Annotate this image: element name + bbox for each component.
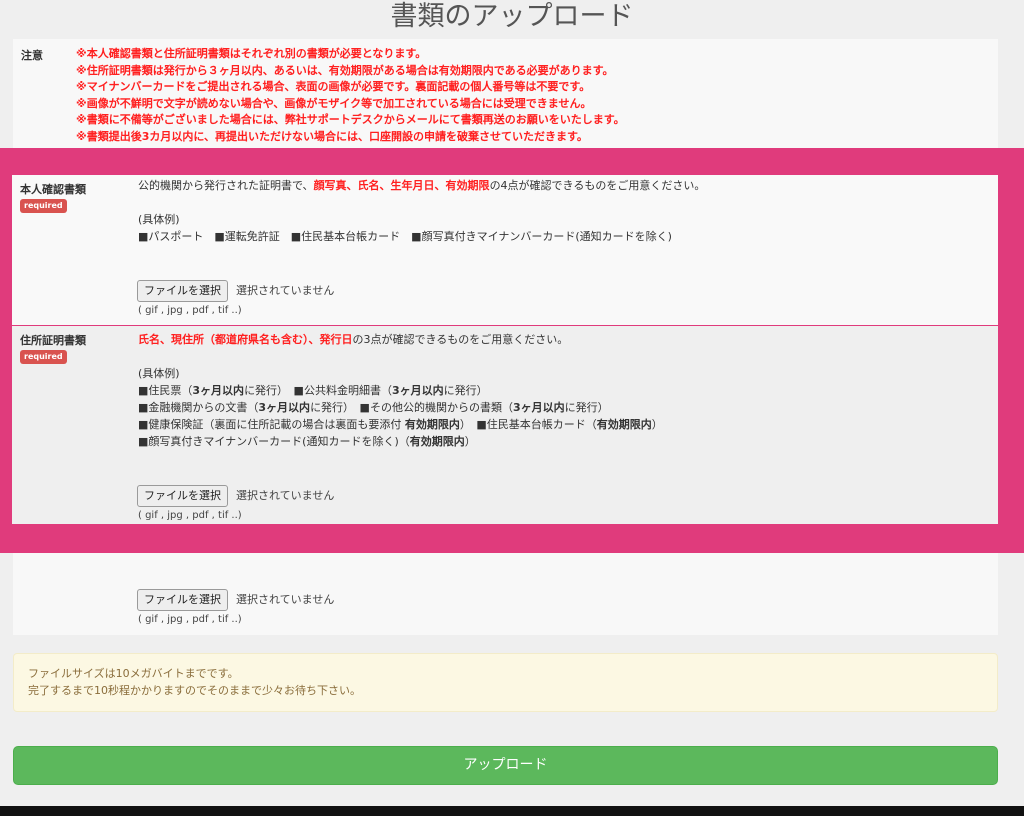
address-example-line: ■健康保険証（裏面に住所記載の場合は裏面も要添付 有効期限内） ■住民基本台帳カ… — [138, 418, 663, 431]
required-badge: required — [20, 350, 67, 364]
page-title: 書類のアップロード — [390, 1, 634, 32]
warning-line: 完了するまで10秒程かかりますのでそのままで少々お待ち下さい。 — [28, 684, 361, 697]
identity-example-heading: (具体例) — [138, 213, 180, 226]
identity-description: 公的機関から発行された証明書で、顔写真、氏名、生年月日、有効期限の4点が確認でき… — [138, 179, 706, 192]
additional-file-hint: ( gif , jpg , pdf , tif ..) — [138, 614, 242, 625]
address-file-hint: ( gif , jpg , pdf , tif ..) — [138, 510, 242, 521]
warning-line: ファイルサイズは10メガバイトまでです。 — [28, 667, 239, 680]
address-description: 氏名、現住所（都道府県名も含む）、発行日の3点が確認できるものをご用意ください。 — [138, 333, 569, 346]
identity-file-button[interactable]: ファイルを選択 — [137, 280, 228, 302]
required-badge: required — [20, 199, 67, 213]
address-example-heading: (具体例) — [138, 367, 180, 380]
additional-file-status: 選択されていません — [236, 593, 335, 606]
address-example-line: ■金融機関からの文書（3ヶ月以内に発行） ■その他公的機関からの書類（3ヶ月以内… — [138, 401, 609, 414]
bottom-bar — [0, 806, 1024, 816]
additional-file-button[interactable]: ファイルを選択 — [137, 589, 228, 611]
notice-line: ※画像が不鮮明で文字が読めない場合や、画像がモザイク等で加工されている場合には受… — [76, 96, 592, 110]
identity-file-hint: ( gif , jpg , pdf , tif ..) — [138, 305, 242, 316]
notice-line: ※書類に不備等がございました場合には、弊社サポートデスクからメールにて書類再送の… — [76, 113, 625, 126]
notice-line: ※書類提出後3カ月以内に、再提出いただけない場合には、口座開設の申請を破棄させて… — [76, 129, 588, 143]
address-label: 住所証明書類 — [20, 334, 86, 347]
notice-panel: 注意 ※本人確認書類と住所証明書類はそれぞれ別の書類が必要となります。 ※住所証… — [13, 39, 998, 149]
address-example-line: ■顔写真付きマイナンバーカード(通知カードを除く)（有効期限内） — [138, 435, 476, 448]
address-document-row: 住所証明書類 required 氏名、現住所（都道府県名も含む）、発行日の3点が… — [12, 326, 998, 524]
file-size-warning: ファイルサイズは10メガバイトまでです。 完了するまで10秒程かかりますのでその… — [13, 653, 998, 712]
identity-label: 本人確認書類 — [20, 183, 86, 196]
address-example-line: ■住民票（3ヶ月以内に発行） ■公共料金明細書（3ヶ月以内に発行） — [138, 384, 488, 397]
notice-line: ※住所証明書類は発行から３ヶ月以内、あるいは、有効期限がある場合は有効期限内であ… — [76, 63, 614, 77]
notice-lines: ※本人確認書類と住所証明書類はそれぞれ別の書類が必要となります。 ※住所証明書類… — [76, 46, 625, 145]
notice-line: ※マイナンバーカードをご提出される場合、表面の画像が必要です。裏面記載の個人番号… — [76, 80, 591, 93]
address-file-button[interactable]: ファイルを選択 — [137, 485, 228, 507]
identity-examples: ■パスポート ■運転免許証 ■住民基本台帳カード ■顔写真付きマイナンバーカード… — [138, 230, 672, 243]
notice-label: 注意 — [21, 49, 43, 62]
address-file-status: 選択されていません — [236, 489, 335, 502]
identity-file-status: 選択されていません — [236, 284, 335, 297]
additional-document-row: ファイルを選択 選択されていません ( gif , jpg , pdf , ti… — [13, 553, 998, 635]
upload-button[interactable]: アップロード — [13, 746, 998, 785]
identity-document-row: 本人確認書類 required 公的機関から発行された証明書で、顔写真、氏名、生… — [12, 175, 998, 325]
notice-line: ※本人確認書類と住所証明書類はそれぞれ別の書類が必要となります。 — [76, 47, 427, 60]
